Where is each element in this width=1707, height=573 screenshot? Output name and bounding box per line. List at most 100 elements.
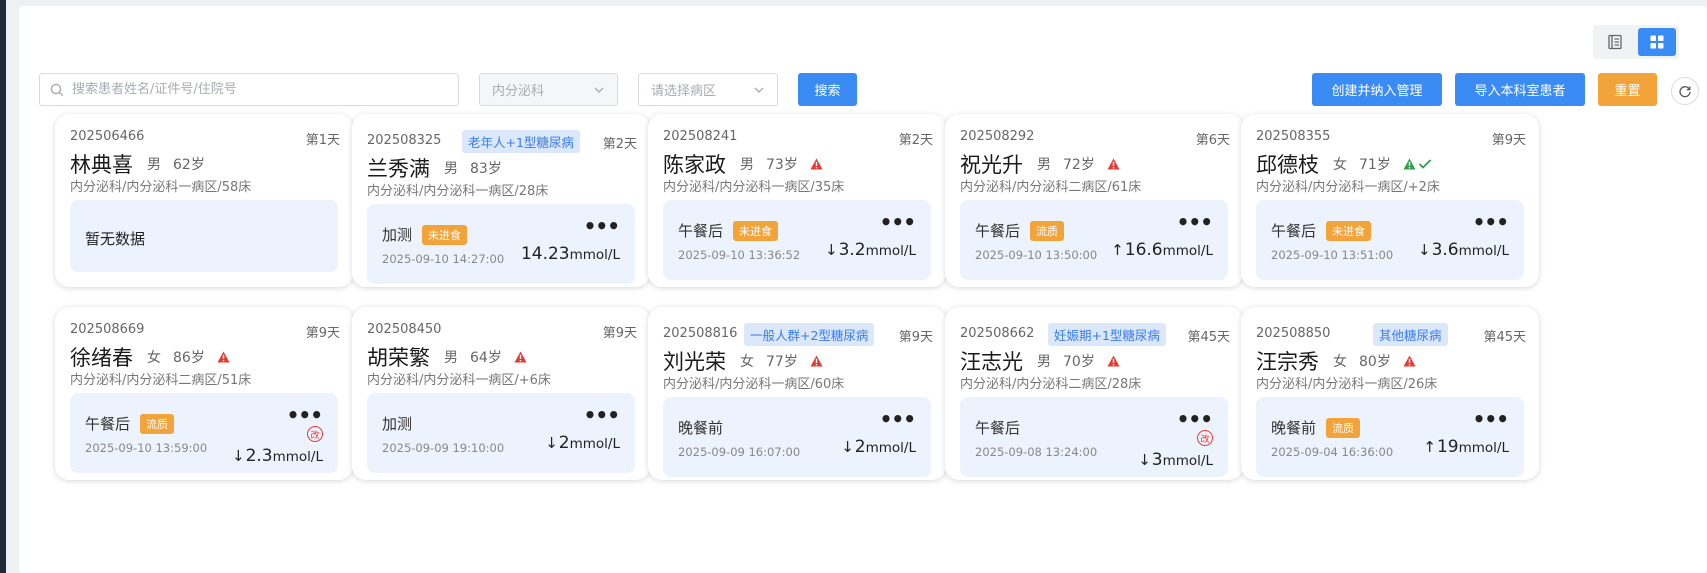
main-panel: 内分泌科 请选择病区 搜索 创建并纳入管理 导入本科室患者 重置 2025064… xyxy=(19,6,1707,573)
admission-day: 第1天 xyxy=(305,133,340,148)
meal-period-label: 加测 xyxy=(382,415,413,433)
search-input[interactable] xyxy=(72,82,452,97)
create-and-manage-button[interactable]: 创建并纳入管理 xyxy=(1312,73,1442,106)
more-options-icon[interactable]: ••• xyxy=(1473,409,1509,429)
admission-day: 第45天 xyxy=(1483,330,1526,345)
meal-period: 晚餐前 xyxy=(678,417,723,438)
search-field[interactable] xyxy=(39,73,459,106)
patient-name-row: 邱德枝女 71岁 xyxy=(1256,149,1432,179)
patient-name-row: 林典喜男 62岁 xyxy=(70,149,205,179)
patient-age: 77岁 xyxy=(766,354,798,370)
glucose-unit: mmol/L xyxy=(1458,440,1509,456)
patient-age: 62岁 xyxy=(173,157,205,173)
alert-indicator xyxy=(1107,355,1120,367)
patient-card[interactable]: 202508816 第9天 一般人群+2型糖尿病 刘光荣女 77岁 内分泌科/内分泌科一病… xyxy=(648,307,946,480)
diet-status-badge: 未进食 xyxy=(1326,220,1372,241)
glucose-record[interactable]: 晚餐前 2025-09-09 16:07:00 ••• ↓ 2 mmol/L xyxy=(663,397,931,477)
warning-icon xyxy=(1107,355,1120,367)
glucose-record[interactable]: 晚餐前 流质 2025-09-04 16:36:00 ••• ↑ 19 mmol/L xyxy=(1256,397,1524,477)
more-options-icon[interactable]: ••• xyxy=(584,405,620,425)
patient-location: 内分泌科/内分泌科二病区/28床 xyxy=(960,377,1142,392)
more-options-icon[interactable]: ••• xyxy=(584,216,620,236)
search-button[interactable]: 搜索 xyxy=(798,73,857,106)
patient-gender: 男 xyxy=(1037,157,1051,173)
patient-id: 202508669 xyxy=(70,322,145,337)
glucose-number: 3.6 xyxy=(1431,240,1459,260)
patient-gender: 男 xyxy=(147,157,161,173)
glucose-record[interactable]: 加测 未进食 2025-09-10 14:27:00 ••• 14.23 mmol/L xyxy=(367,204,635,284)
patient-card[interactable]: 202508850 第45天 其他糖尿病 汪宗秀女 80岁 内分泌科/内分泌科一病区/26… xyxy=(1241,307,1539,480)
alert-indicator xyxy=(810,355,823,367)
patient-card[interactable]: 202506466 第1天 林典喜男 62岁 内分泌科/内分泌科一病区/58床 暂无数据 xyxy=(55,114,353,287)
import-department-patients-button[interactable]: 导入本科室患者 xyxy=(1455,73,1585,106)
glucose-unit: mmol/L xyxy=(569,436,620,452)
patient-name: 兰秀满 xyxy=(367,157,430,181)
warning-icon xyxy=(1107,158,1120,170)
diet-status-badge: 流质 xyxy=(140,413,175,434)
patient-gender: 女 xyxy=(1333,157,1347,173)
meal-period-label: 午餐后 xyxy=(975,419,1021,437)
no-data-text: 暂无数据 xyxy=(85,230,146,248)
patient-name-row: 汪志光男 70岁 xyxy=(960,346,1120,376)
patient-name-row: 兰秀满男 83岁 xyxy=(367,153,502,183)
measure-time: 2025-09-10 13:36:52 xyxy=(678,248,801,262)
patient-age: 83岁 xyxy=(470,161,502,177)
patient-card[interactable]: 202508292 第6天 祝光升男 72岁 内分泌科/内分泌科二病区/61床 午餐后 流质… xyxy=(945,114,1243,287)
list-view-button[interactable] xyxy=(1596,28,1634,56)
patient-name-row: 陈家政男 73岁 xyxy=(663,149,823,179)
patient-age: 80岁 xyxy=(1359,354,1391,370)
more-options-icon[interactable]: ••• xyxy=(1473,212,1509,232)
glucose-value: ↓ 2 mmol/L xyxy=(545,433,620,453)
warning-icon xyxy=(217,351,230,363)
grid-view-icon xyxy=(1650,35,1664,49)
glucose-record[interactable]: 暂无数据 xyxy=(70,200,338,272)
patient-card[interactable]: 202508662 第45天 妊娠期+1型糖尿病 汪志光男 70岁 内分泌科/内分泌科二病… xyxy=(945,307,1243,480)
glucose-record[interactable]: 午餐后 未进食 2025-09-10 13:36:52 ••• ↓ 3.2 mmol/L xyxy=(663,200,931,280)
meal-period: 午餐后 流质 xyxy=(975,220,1065,241)
glucose-number: 19 xyxy=(1436,437,1459,457)
patient-age: 86岁 xyxy=(173,350,205,366)
patient-location: 内分泌科/内分泌科一病区/+2床 xyxy=(1256,180,1440,195)
patient-card[interactable]: 202508325 第2天 老年人+1型糖尿病 兰秀满男 83岁 内分泌科/内分泌科一病区… xyxy=(352,114,650,287)
diet-status-badge: 流质 xyxy=(1326,417,1361,438)
glucose-number: 16.6 xyxy=(1124,240,1163,260)
diagnosis-tag: 其他糖尿病 xyxy=(1373,323,1448,346)
admission-day: 第2天 xyxy=(602,137,637,152)
ward-select[interactable]: 请选择病区 xyxy=(638,73,778,106)
list-view-icon xyxy=(1608,34,1622,50)
patient-age: 64岁 xyxy=(470,350,502,366)
patient-id: 202508450 xyxy=(367,322,442,337)
glucose-record[interactable]: 加测 2025-09-09 19:10:00 ••• ↓ 2 mmol/L xyxy=(367,393,635,473)
admission-day: 第2天 xyxy=(898,133,933,148)
more-options-icon[interactable]: ••• xyxy=(880,409,916,429)
meal-period-label: 晚餐前 xyxy=(678,419,724,437)
more-options-icon[interactable]: ••• xyxy=(287,405,323,425)
patient-gender: 男 xyxy=(1037,354,1051,370)
alert-indicator xyxy=(1107,158,1120,170)
patient-location: 内分泌科/内分泌科二病区/61床 xyxy=(960,180,1142,195)
patient-location: 内分泌科/内分泌科一病区/28床 xyxy=(367,184,549,199)
warning-green-icon xyxy=(1403,158,1416,170)
patient-card[interactable]: 202508669 第9天 徐绪春女 86岁 内分泌科/内分泌科二病区/51床 午餐后 流质… xyxy=(55,307,353,480)
more-options-icon[interactable]: ••• xyxy=(880,212,916,232)
glucose-record[interactable]: 午餐后 流质 2025-09-10 13:50:00 ••• ↑ 16.6 mmol/L xyxy=(960,200,1228,280)
more-options-icon[interactable]: ••• xyxy=(1177,409,1213,429)
patient-card[interactable]: 202508241 第2天 陈家政男 73岁 内分泌科/内分泌科一病区/35床 午餐后 未进… xyxy=(648,114,946,287)
patient-card[interactable]: 202508355 第9天 邱德枝女 71岁 内分泌科/内分泌科一病区/+2床 午餐后 未进… xyxy=(1241,114,1539,287)
grid-view-button[interactable] xyxy=(1638,28,1676,56)
refresh-button[interactable] xyxy=(1671,77,1699,105)
patient-location: 内分泌科/内分泌科一病区/26床 xyxy=(1256,377,1438,392)
patient-name: 邱德枝 xyxy=(1256,153,1319,177)
diagnosis-tag: 老年人+1型糖尿病 xyxy=(462,130,580,153)
glucose-record[interactable]: 午餐后 未进食 2025-09-10 13:51:00 ••• ↓ 3.6 mmol/L xyxy=(1256,200,1524,280)
arrow-down-icon: ↓ xyxy=(1138,451,1151,469)
reset-button[interactable]: 重置 xyxy=(1598,73,1657,106)
department-select[interactable]: 内分泌科 xyxy=(479,73,618,106)
glucose-record[interactable]: 午餐后 流质 2025-09-10 13:59:00 ••• 改 ↓ 2.3 mmol/L xyxy=(70,393,338,473)
glucose-record[interactable]: 午餐后 2025-09-08 13:24:00 ••• 改 ↓ 3 mmol/L xyxy=(960,397,1228,477)
meal-period-label: 午餐后 xyxy=(1271,222,1317,240)
patient-card[interactable]: 202508450 第9天 胡荣繁男 64岁 内分泌科/内分泌科一病区/+6床 加测 202… xyxy=(352,307,650,480)
meal-period: 午餐后 未进食 xyxy=(1271,220,1372,241)
more-options-icon[interactable]: ••• xyxy=(1177,212,1213,232)
patient-name: 刘光荣 xyxy=(663,350,726,374)
